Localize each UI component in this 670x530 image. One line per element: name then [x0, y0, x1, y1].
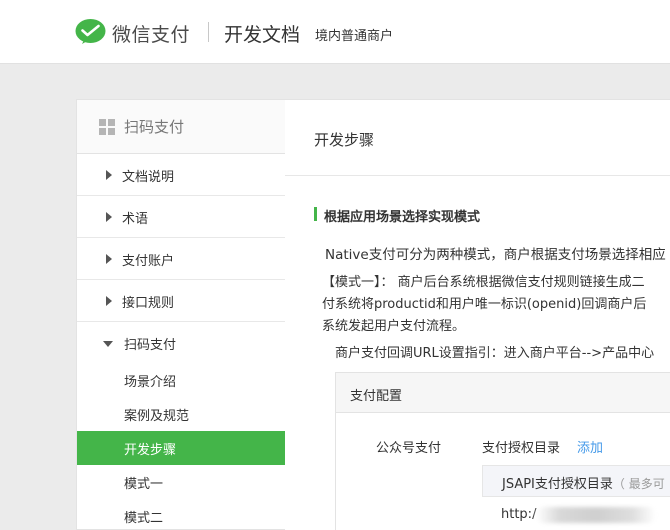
sidebar-subitem-scenario[interactable]: 场景介绍: [77, 363, 286, 397]
brand-name[interactable]: 微信支付: [112, 20, 190, 47]
paragraph-mode-one-line2: 付系统将productid和用户唯一标识(openid)回调商户后: [322, 297, 647, 312]
grid-icon: [99, 119, 115, 135]
payment-config-screenshot: 支付配置 公众号支付 支付授权目录 添加 JSAPI支付授权目录（ 最多可 ht…: [335, 372, 670, 530]
sidebar-header: 扫码支付: [77, 100, 286, 154]
sidebar-item-pay-account[interactable]: 支付账户: [77, 238, 286, 280]
caret-right-icon: [106, 212, 112, 222]
config-header: 支付配置: [336, 373, 670, 413]
sidebar-subitem-mode-two[interactable]: 模式二: [77, 499, 286, 530]
sidebar-item-label: 接口规则: [122, 296, 175, 311]
paragraph-native-intro: Native支付可分为两种模式，商户根据支付场景选择相应: [325, 247, 666, 263]
sidebar-section-title: 扫码支付: [124, 118, 185, 136]
add-link[interactable]: 添加: [577, 437, 603, 456]
official-account-pay-label: 公众号支付: [376, 441, 442, 456]
sidebar-item-label: 文档说明: [122, 170, 175, 185]
sidebar-subitem-label: 模式一: [124, 477, 164, 492]
sidebar-item-api-rules[interactable]: 接口规则: [77, 280, 286, 322]
header-divider: [208, 22, 209, 42]
sidebar-subitem-mode-one[interactable]: 模式一: [77, 465, 286, 499]
main-content: 开发步骤 根据应用场景选择实现模式 Native支付可分为两种模式，商户根据支付…: [285, 99, 670, 530]
redacted-url-blur: [536, 507, 656, 523]
jsapi-directory-label: JSAPI支付授权目录（ 最多可: [502, 473, 665, 492]
sidebar-item-label: 术语: [122, 212, 149, 227]
paragraph-mode-one-line3: 系统发起用户支付流程。: [322, 319, 466, 334]
sidebar-item-terms[interactable]: 术语: [77, 196, 286, 238]
sidebar-subitem-dev-steps[interactable]: 开发步骤: [77, 431, 286, 465]
caret-right-icon: [106, 254, 112, 264]
jsapi-directory-header: JSAPI支付授权目录（ 最多可: [482, 465, 670, 497]
sidebar-subitem-label: 模式二: [124, 511, 164, 526]
sidebar-item-label: 扫码支付: [124, 338, 177, 353]
sidebar-item-scan-pay[interactable]: 扫码支付: [77, 322, 286, 364]
top-header: 微信支付 开发文档 境内普通商户: [0, 0, 670, 64]
page-title: 开发步骤: [314, 131, 375, 149]
directory-url: http:/: [501, 507, 537, 522]
caret-down-icon: [103, 341, 113, 347]
sidebar-subitem-cases[interactable]: 案例及规范: [77, 397, 286, 431]
sidebar-subitem-label: 案例及规范: [124, 409, 190, 424]
caret-right-icon: [106, 170, 112, 180]
sidebar-item-doc-intro[interactable]: 文档说明: [77, 154, 286, 196]
sidebar-nav: 扫码支付 文档说明 术语 支付账户 接口规则 扫码支付 场景介绍 案例及规范 开…: [76, 99, 286, 530]
jsapi-directory-title: JSAPI支付授权目录: [502, 477, 613, 492]
paragraph-mode-one-line1: 【模式一】： 商户后台系统根据微信支付规则链接生成二: [322, 275, 645, 290]
sidebar-subitem-label: 开发步骤: [124, 443, 177, 458]
sidebar-item-label: 支付账户: [122, 254, 175, 269]
merchant-type-label: 境内普通商户: [315, 29, 394, 44]
config-header-label: 支付配置: [350, 389, 403, 404]
sidebar-subitem-label: 场景介绍: [124, 375, 177, 390]
docs-title[interactable]: 开发文档: [224, 20, 300, 47]
title-divider: [285, 175, 670, 176]
section-title: 根据应用场景选择实现模式: [324, 210, 481, 225]
jsapi-directory-hint: （ 最多可: [612, 477, 665, 491]
caret-right-icon: [106, 296, 112, 306]
auth-directory-label: 支付授权目录: [482, 441, 561, 456]
paragraph-callback-guide: 商户支付回调URL设置指引：进入商户平台-->产品中心: [335, 346, 655, 361]
section-accent-bar: [314, 207, 317, 221]
wechat-pay-logo-icon[interactable]: [75, 19, 106, 46]
